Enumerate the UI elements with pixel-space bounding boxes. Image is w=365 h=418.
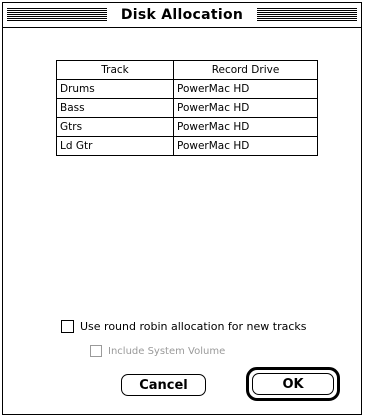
round-robin-checkbox[interactable]	[61, 320, 74, 333]
column-header-record-drive: Record Drive	[173, 60, 318, 80]
cancel-button[interactable]: Cancel	[121, 374, 206, 396]
record-drive-cell[interactable]: PowerMac HD	[173, 136, 318, 156]
include-system-volume-label: Include System Volume	[108, 345, 226, 357]
table-row[interactable]: Ld Gtr PowerMac HD	[56, 136, 318, 156]
default-button-ring: OK	[246, 367, 340, 401]
track-name-cell: Ld Gtr	[56, 136, 174, 156]
round-robin-option[interactable]: Use round robin allocation for new track…	[61, 320, 307, 333]
record-drive-cell[interactable]: PowerMac HD	[173, 98, 318, 118]
track-drive-table: Track Record Drive Drums PowerMac HD Bas…	[56, 60, 318, 156]
ok-button[interactable]: OK	[252, 373, 334, 395]
record-drive-cell[interactable]: PowerMac HD	[173, 117, 318, 137]
disk-allocation-dialog: Disk Allocation Track Record Drive Drums…	[2, 2, 362, 415]
column-header-track: Track	[56, 60, 174, 80]
track-name-cell: Gtrs	[56, 117, 174, 137]
table-row[interactable]: Gtrs PowerMac HD	[56, 117, 318, 137]
title-bar-stripes-left	[7, 8, 107, 21]
title-bar-stripes-right	[257, 8, 357, 21]
dialog-title: Disk Allocation	[107, 5, 257, 25]
track-name-cell: Drums	[56, 79, 174, 99]
title-bar[interactable]: Disk Allocation	[3, 3, 361, 28]
track-name-cell: Bass	[56, 98, 174, 118]
table-row[interactable]: Drums PowerMac HD	[56, 79, 318, 99]
round-robin-label: Use round robin allocation for new track…	[80, 320, 307, 333]
table-row[interactable]: Bass PowerMac HD	[56, 98, 318, 118]
include-system-volume-option: Include System Volume	[90, 345, 225, 357]
table-header-row: Track Record Drive	[56, 60, 318, 80]
record-drive-cell[interactable]: PowerMac HD	[173, 79, 318, 99]
include-system-volume-checkbox	[90, 345, 102, 357]
